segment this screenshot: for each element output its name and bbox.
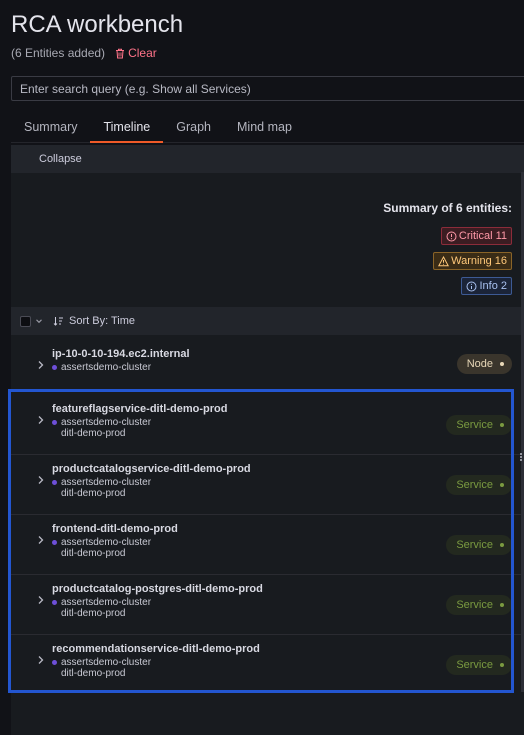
tab-summary[interactable]: Summary xyxy=(11,114,90,143)
info-label: Info 2 xyxy=(479,280,507,292)
chevron-down-icon[interactable] xyxy=(35,317,43,325)
selection-highlight-box xyxy=(8,389,514,693)
type-label: Node xyxy=(466,358,493,370)
entities-added-count: (6 Entities added) xyxy=(11,46,106,60)
tab-graph[interactable]: Graph xyxy=(163,114,224,143)
tab-mind-map[interactable]: Mind map xyxy=(224,114,305,143)
cluster-dot-icon xyxy=(52,365,57,370)
sort-icon xyxy=(53,317,63,326)
critical-badge[interactable]: Critical 11 xyxy=(440,227,512,245)
search-input[interactable] xyxy=(11,76,524,101)
select-all-checkbox[interactable] xyxy=(20,315,31,327)
warning-label: Warning 16 xyxy=(451,255,507,267)
entity-cluster: assertsdemo-cluster xyxy=(52,362,151,373)
tab-bar: Summary Timeline Graph Mind map xyxy=(11,114,524,143)
critical-circle-icon xyxy=(446,231,457,241)
sort-toolbar: Sort By: Time xyxy=(11,307,524,335)
type-dot-icon xyxy=(500,362,504,366)
summary-title: Summary of 6 entities: xyxy=(383,201,512,215)
entity-summary-row: (6 Entities added) Clear xyxy=(11,46,157,60)
clear-button[interactable]: Clear xyxy=(115,46,157,60)
entity-name: ip-10-0-10-194.ec2.internal xyxy=(52,348,190,360)
sort-by-button[interactable]: Sort By: Time xyxy=(69,315,135,327)
page-title: RCA workbench xyxy=(11,11,184,38)
clear-label: Clear xyxy=(128,46,157,60)
info-circle-icon xyxy=(466,281,477,291)
collapse-button[interactable]: Collapse xyxy=(39,153,82,165)
kebab-menu-icon[interactable] xyxy=(520,452,522,462)
tab-timeline[interactable]: Timeline xyxy=(90,114,164,143)
warning-triangle-icon xyxy=(438,255,450,266)
cluster-label: assertsdemo-cluster xyxy=(61,362,152,373)
trash-icon xyxy=(116,48,125,58)
critical-label: Critical 11 xyxy=(458,230,507,242)
warning-badge[interactable]: Warning 16 xyxy=(433,252,512,270)
chevron-right-icon[interactable] xyxy=(37,360,45,370)
entity-type-badge: Node xyxy=(456,354,512,374)
collapse-toolbar: Collapse xyxy=(11,145,524,173)
info-badge[interactable]: Info 2 xyxy=(461,277,512,295)
